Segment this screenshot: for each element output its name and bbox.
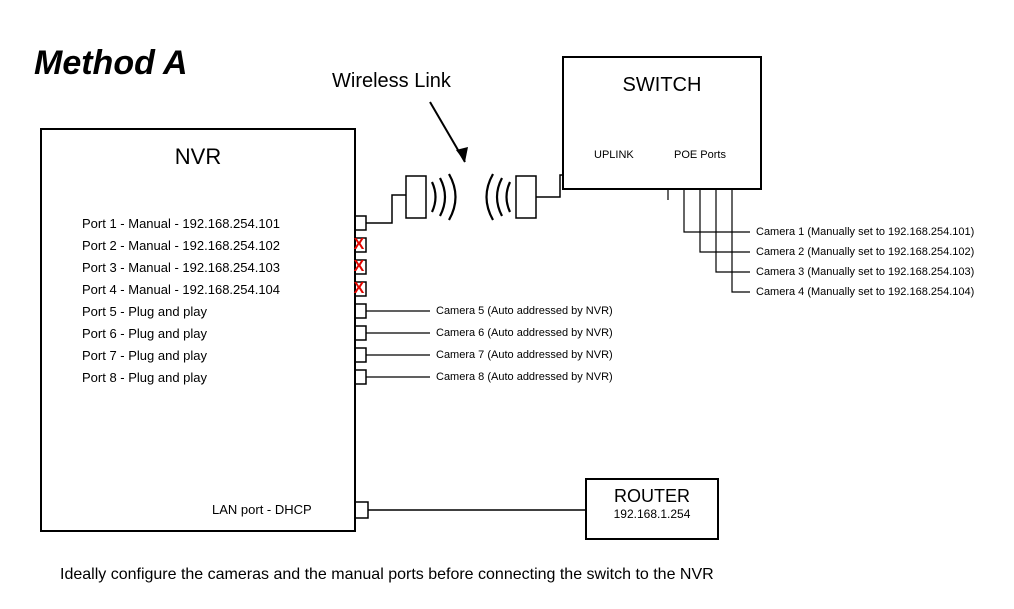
x-mark-3: X — [353, 282, 365, 296]
camera-4-label: Camera 4 (Manually set to 192.168.254.10… — [756, 286, 974, 298]
camera-1-label: Camera 1 (Manually set to 192.168.254.10… — [756, 226, 974, 238]
camera-6-label: Camera 6 (Auto addressed by NVR) — [436, 327, 613, 339]
nvr-title: NVR — [42, 144, 354, 170]
uplink-label: UPLINK — [594, 149, 634, 161]
diagram-stage: Method A Wireless Link — [0, 0, 1014, 609]
nvr-port-5: Port 5 - Plug and play — [82, 304, 207, 319]
switch-box: SWITCH — [562, 56, 762, 190]
lan-port-label: LAN port - DHCP — [212, 502, 312, 517]
switch-title: SWITCH — [564, 74, 760, 97]
nvr-port-1: Port 1 - Manual - 192.168.254.101 — [82, 216, 280, 231]
nvr-port-7: Port 7 - Plug and play — [82, 348, 207, 363]
camera-7-label: Camera 7 (Auto addressed by NVR) — [436, 349, 613, 361]
nvr-port-3: Port 3 - Manual - 192.168.254.103 — [82, 260, 280, 275]
camera-2-label: Camera 2 (Manually set to 192.168.254.10… — [756, 246, 974, 258]
nvr-port-6: Port 6 - Plug and play — [82, 326, 207, 341]
nvr-port-4: Port 4 - Manual - 192.168.254.104 — [82, 282, 280, 297]
router-ip: 192.168.1.254 — [587, 507, 717, 521]
x-mark-2: X — [353, 260, 365, 274]
x-mark-1: X — [353, 238, 365, 252]
nvr-port-8: Port 8 - Plug and play — [82, 370, 207, 385]
camera-8-label: Camera 8 (Auto addressed by NVR) — [436, 371, 613, 383]
nvr-port-2: Port 2 - Manual - 192.168.254.102 — [82, 238, 280, 253]
router-box: ROUTER 192.168.1.254 — [585, 478, 719, 540]
footer-note: Ideally configure the cameras and the ma… — [60, 566, 714, 584]
router-title: ROUTER — [587, 486, 717, 507]
camera-5-label: Camera 5 (Auto addressed by NVR) — [436, 305, 613, 317]
poe-ports-label: POE Ports — [674, 149, 726, 161]
camera-3-label: Camera 3 (Manually set to 192.168.254.10… — [756, 266, 974, 278]
